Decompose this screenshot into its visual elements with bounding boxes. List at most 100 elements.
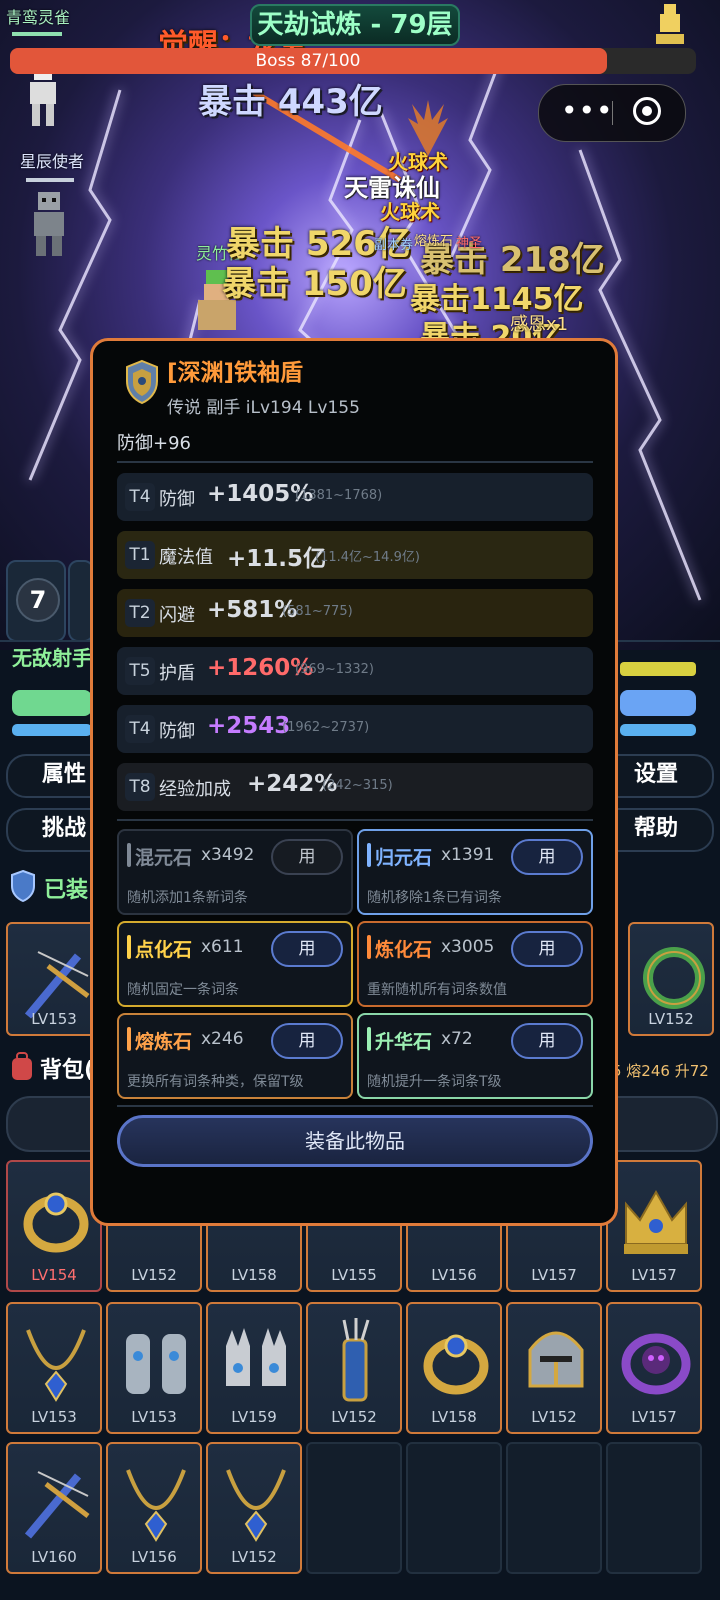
affix-name: 闪避 <box>159 605 195 626</box>
stone-count: x611 <box>201 937 244 957</box>
affix-name: 护盾 <box>159 663 195 684</box>
spell-text: 火球术 <box>380 200 440 224</box>
bag-item-slot[interactable]: LV158 <box>406 1302 502 1434</box>
stone-color-bar <box>127 1027 131 1051</box>
use-stone-button[interactable]: 用 <box>511 1023 583 1059</box>
equipped-slot[interactable]: LV153 <box>6 922 102 1036</box>
use-stone-button[interactable]: 用 <box>271 931 343 967</box>
item-level: LV152 <box>231 1548 277 1566</box>
affix-tier: T4 <box>125 715 155 743</box>
bag-label: 背包( <box>40 1058 95 1083</box>
use-stone-button[interactable]: 用 <box>271 1023 343 1059</box>
close-target-icon[interactable] <box>633 97 661 125</box>
stone-name: 升华石 <box>375 1031 433 1053</box>
more-icon[interactable]: ••• <box>561 97 613 127</box>
modal-divider <box>117 1105 593 1107</box>
stone-count: x72 <box>441 1029 473 1049</box>
bag-item-slot[interactable]: LV159 <box>206 1302 302 1434</box>
affix-name: 防御 <box>159 721 195 742</box>
bag-item-slot[interactable]: LV153 <box>106 1302 202 1434</box>
drop-text: 副本券 <box>374 238 414 253</box>
affix-range: (581~775) <box>282 604 353 619</box>
affix-row: T1 魔法值 +11.5亿 (11.4亿~14.9亿) <box>117 531 593 579</box>
bag-empty-slot[interactable] <box>506 1442 602 1574</box>
bag-item-slot[interactable]: LV154 <box>6 1160 102 1292</box>
equipped-slot[interactable]: LV152 <box>628 922 714 1036</box>
drop-text: 感恩x1 <box>510 314 569 335</box>
affix-name: 经验加成 <box>159 779 231 800</box>
bag-empty-slot[interactable] <box>306 1442 402 1574</box>
necklace-icon <box>226 1469 286 1542</box>
stone-color-bar <box>127 935 131 959</box>
item-level: LV155 <box>331 1266 377 1284</box>
stone-color-bar <box>367 843 371 867</box>
affix-tier: T1 <box>125 541 155 569</box>
use-stone-button[interactable]: 用 <box>511 839 583 875</box>
resource-counts: 5 熔246 升72 <box>612 1062 709 1080</box>
stone-description: 随机添加1条新词条 <box>127 890 248 906</box>
unit-hp-bar <box>12 32 62 36</box>
unit-name-hero: 星辰使者 <box>20 152 85 171</box>
hp-bar-right <box>620 690 696 716</box>
affix-range: (11.4亿~14.9亿) <box>315 550 420 565</box>
bag-empty-slot[interactable] <box>606 1442 702 1574</box>
mp-bar-right <box>620 724 696 736</box>
bag-item-slot[interactable]: LV157 <box>606 1160 702 1292</box>
affix-row: T2 闪避 +581% (581~775) <box>117 589 593 637</box>
stone-count: x1391 <box>441 845 495 865</box>
affix-tier: T2 <box>125 599 155 627</box>
affix-value: +2543 <box>207 713 291 739</box>
use-stone-button[interactable]: 用 <box>271 839 343 875</box>
stone-name: 熔炼石 <box>135 1031 193 1053</box>
gauntlets-icon <box>126 1334 186 1394</box>
hero-sprite-grey <box>34 192 64 256</box>
bag-item-slot[interactable]: LV156 <box>106 1442 202 1574</box>
affix-range: (1381~1768) <box>295 488 383 503</box>
affix-name: 防御 <box>159 489 195 510</box>
bag-item-slot[interactable]: LV160 <box>6 1442 102 1574</box>
affix-tier: T5 <box>125 657 155 685</box>
item-level: LV154 <box>31 1266 77 1284</box>
item-level: LV159 <box>231 1408 277 1426</box>
backpack-icon <box>12 1052 32 1080</box>
unit-name-top-left: 青鸾灵雀 <box>6 8 71 27</box>
bag-item-slot[interactable]: LV152 <box>206 1442 302 1574</box>
damage-number: 暴击 443亿 <box>198 82 383 122</box>
item-level: LV152 <box>331 1408 377 1426</box>
skill-slot[interactable]: 7 <box>6 560 66 642</box>
bag-item-slot[interactable]: LV153 <box>6 1302 102 1434</box>
exp-bar <box>620 662 696 676</box>
item-level: LV157 <box>631 1408 677 1426</box>
affix-row: T4 防御 +1405% (1381~1768) <box>117 473 593 521</box>
stone-color-bar <box>367 935 371 959</box>
bag-item-slot[interactable]: LV152 <box>306 1302 402 1434</box>
stone-description: 随机提升一条词条T级 <box>367 1074 502 1090</box>
affix-value: +11.5亿 <box>227 546 327 572</box>
item-name: [深渊]铁袖盾 <box>167 360 304 386</box>
item-level: LV156 <box>431 1266 477 1284</box>
crossbow-icon <box>24 1471 90 1539</box>
bag-item-slot[interactable]: LV157 <box>606 1302 702 1434</box>
item-level: LV160 <box>31 1548 77 1566</box>
bag-item-slot[interactable]: LV152 <box>506 1302 602 1434</box>
crown-icon <box>624 1189 688 1254</box>
hero-hp-bar <box>26 178 74 182</box>
stage-title: 天劫试炼 - 79层 <box>250 4 460 46</box>
item-level: LV157 <box>531 1266 577 1284</box>
bag-empty-slot[interactable] <box>406 1442 502 1574</box>
gloves-icon <box>226 1328 286 1386</box>
stone-description: 随机移除1条已有词条 <box>367 890 502 906</box>
equip-item-button[interactable]: 装备此物品 <box>117 1115 593 1167</box>
stone-card: 炼化石 x3005 重新随机所有词条数值用 <box>357 921 593 1007</box>
stone-description: 随机固定一条词条 <box>127 982 239 998</box>
affix-row: T4 防御 +2543 (1962~2737) <box>117 705 593 753</box>
equipped-label: 已装 <box>44 878 89 903</box>
item-level: LV153 <box>31 1408 77 1426</box>
stone-card: 升华石 x72 随机提升一条词条T级用 <box>357 1013 593 1099</box>
modal-divider <box>117 819 593 821</box>
capsule-divider <box>612 101 613 125</box>
use-stone-button[interactable]: 用 <box>511 931 583 967</box>
boss-phoenix-icon <box>408 100 448 156</box>
affix-range: (242~315) <box>322 778 393 793</box>
skill-level-badge: 7 <box>16 578 60 622</box>
